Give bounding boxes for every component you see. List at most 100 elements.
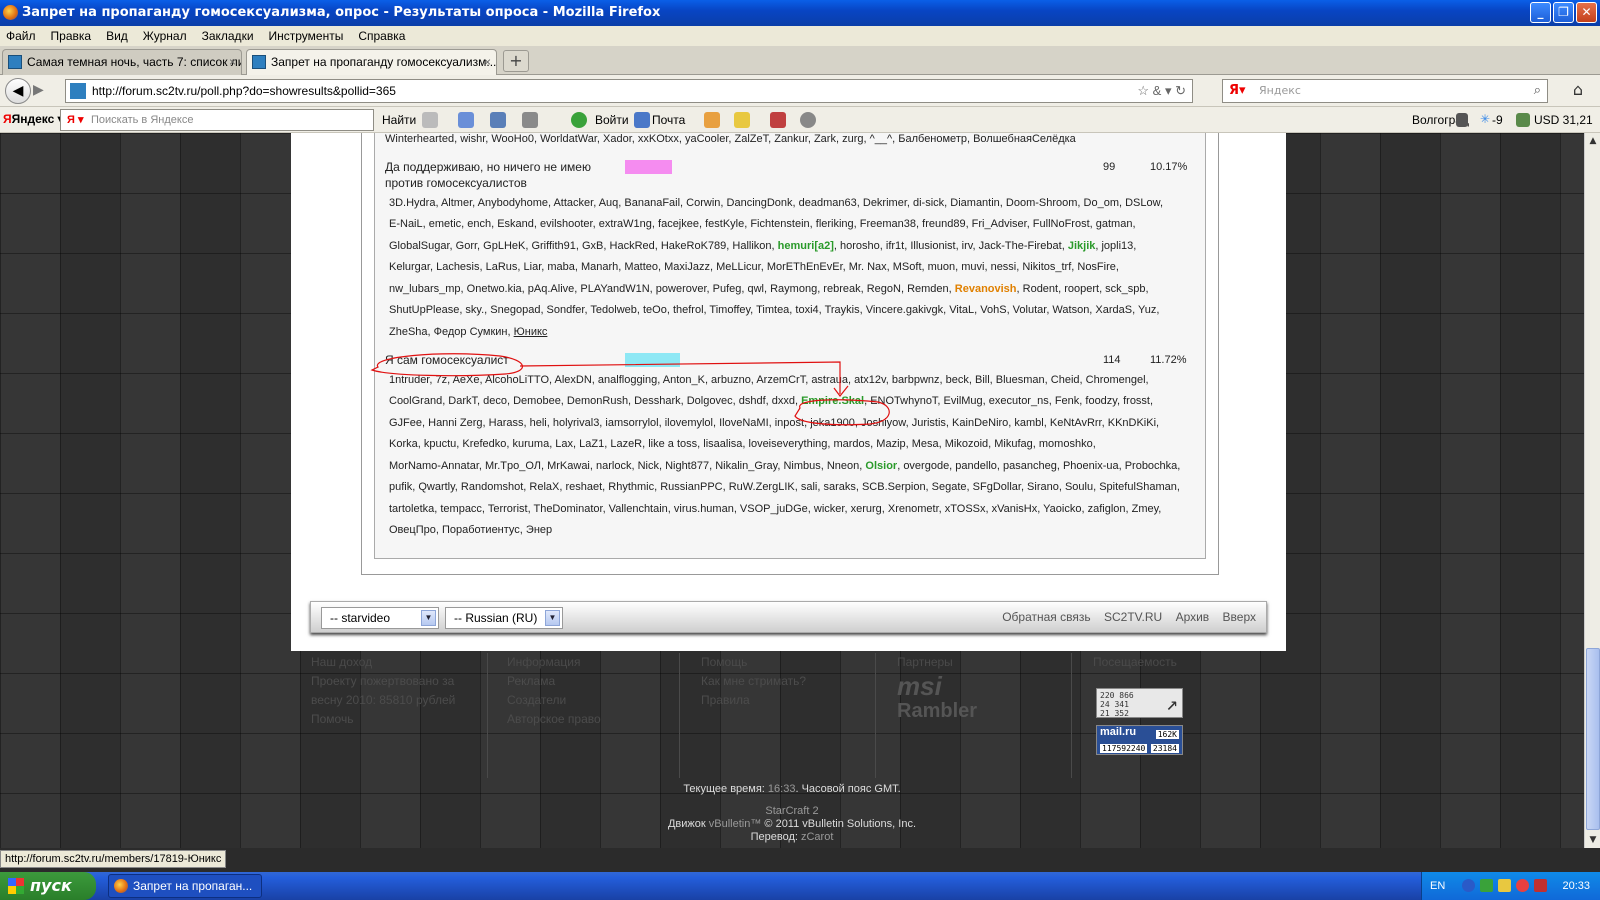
tab-close-icon[interactable]: × [229, 50, 236, 74]
search-icon[interactable]: ⌕ [1534, 80, 1541, 102]
apps-icon[interactable] [770, 112, 786, 128]
reload-icon[interactable]: ↻ [1175, 83, 1186, 98]
yandex-brand[interactable]: ЯЯндекс ▾ [3, 112, 64, 126]
menu-view[interactable]: Вид [106, 29, 128, 43]
yandex-search-icon[interactable]: Я▾ [1229, 80, 1246, 102]
new-tab-button[interactable]: + [503, 50, 529, 72]
menu-tools[interactable]: Инструменты [269, 29, 344, 43]
voter-line: 1ntruder, 7z, AeXe, AlcohoLiTTO, AlexDN,… [389, 374, 1149, 386]
login-button[interactable]: Войти [595, 113, 629, 127]
chevron-down-icon[interactable]: ▼ [545, 610, 560, 626]
menu-history[interactable]: Журнал [143, 29, 187, 43]
window-title: Запрет на пропаганду гомосексуализма, оп… [22, 5, 661, 20]
window-titlebar[interactable]: Запрет на пропаганду гомосексуализма, оп… [0, 0, 1600, 26]
system-tray: EN 20:33 [1421, 872, 1600, 900]
scroll-thumb[interactable] [1586, 648, 1600, 830]
spellcheck-icon[interactable] [458, 112, 474, 128]
icq-icon[interactable] [1480, 879, 1493, 892]
donate-link[interactable]: Помочь [311, 710, 487, 729]
menu-bookmarks[interactable]: Закладки [202, 29, 254, 43]
clock[interactable]: 20:33 [1562, 872, 1590, 900]
site-identity-icon[interactable] [70, 83, 86, 99]
language-select[interactable]: -- Russian (RU) ▼ [445, 607, 563, 629]
start-button[interactable]: пуск [0, 872, 96, 900]
vertical-scrollbar[interactable]: ▲ ▼ [1584, 133, 1600, 848]
maximize-button[interactable]: ❐ [1553, 2, 1574, 23]
home-icon[interactable]: ⌂ [1564, 79, 1592, 103]
usd-rate[interactable]: USD 31,21 [1534, 113, 1593, 127]
rambler-logo[interactable]: Rambler [897, 700, 1071, 722]
copyright-link[interactable]: Авторское право [507, 710, 679, 729]
network-icon[interactable] [1498, 879, 1511, 892]
translate-icon[interactable] [490, 112, 506, 128]
menu-help[interactable]: Справка [358, 29, 405, 43]
traffic-icon[interactable] [1456, 113, 1468, 127]
mail-button[interactable]: Почта [652, 113, 685, 127]
translator-link[interactable]: zCarot [801, 831, 833, 843]
voter-link[interactable]: hemuri[a2] [778, 240, 834, 252]
home-link[interactable]: SC2TV.RU [1104, 610, 1162, 624]
menu-file[interactable]: Файл [6, 29, 36, 43]
voter-link[interactable]: Olsior [865, 460, 897, 472]
voter-link[interactable]: Empire.Skal [801, 395, 864, 407]
bookmark-star-icon[interactable]: ☆ [1137, 83, 1149, 98]
voter-line: pufik, Qwartly, Randomshot, RelaX, resha… [389, 481, 1180, 493]
search-bar[interactable]: Я▾ Яндекс ⌕ [1222, 79, 1548, 103]
antivirus-icon[interactable] [1516, 879, 1529, 892]
voter-link[interactable]: Юникс [514, 326, 548, 338]
mailru-logo: mail.ru [1100, 726, 1137, 738]
howto-stream-link[interactable]: Как мне стримать? [701, 672, 875, 691]
tab-1[interactable]: Самая темная ночь, часть 7: список ли...… [2, 49, 242, 75]
find-button[interactable]: Найти [382, 113, 416, 127]
creators-link[interactable]: Создатели [507, 691, 679, 710]
close-window-button[interactable]: ✕ [1576, 2, 1597, 23]
windows-logo-icon [8, 878, 24, 894]
forward-button[interactable]: ▶ [33, 82, 44, 98]
poll-vote-count: 114 [1103, 354, 1121, 366]
minimize-button[interactable]: _ [1530, 2, 1551, 23]
vbulletin-link[interactable]: vBulletin™ [709, 818, 762, 830]
poll-option-line2: против гомосексуалистов [385, 176, 527, 190]
language-indicator[interactable]: EN [1430, 872, 1445, 900]
tab-2[interactable]: Запрет на пропаганду гомосексуализм... × [246, 49, 497, 75]
voter-line: E-NaiL, emetic, ench, Eskand, evilshoote… [389, 218, 1136, 230]
voter-link[interactable]: Revanovish [955, 283, 1017, 295]
back-button[interactable]: ◀ [5, 78, 31, 104]
voter-link[interactable]: Jikjik [1068, 240, 1096, 252]
tab-label: Запрет на пропаганду гомосексуализм... [271, 55, 497, 69]
gear-icon[interactable] [800, 112, 816, 128]
tool-icon[interactable] [522, 112, 538, 128]
top-link[interactable]: Вверх [1223, 610, 1256, 624]
rules-link[interactable]: Правила [701, 691, 875, 710]
ampersand-icon[interactable]: & [1153, 83, 1162, 98]
poll-vote-percent: 11.72% [1150, 354, 1187, 366]
menu-edit[interactable]: Правка [51, 29, 92, 43]
firefox-icon [3, 5, 18, 20]
favorites-star-icon[interactable] [734, 112, 750, 128]
mailru-counter[interactable]: mail.ru 162K 117592240 23184 [1096, 725, 1183, 755]
voter-line: MorNamo-Annatar, Mr.Tpo_ОЛ, MrKawai, nar… [389, 460, 1181, 472]
style-select[interactable]: -- starvideo ▼ [321, 607, 439, 629]
taskbar-firefox-window[interactable]: Запрет на пропаган... [108, 874, 262, 898]
archive-link[interactable]: Архив [1176, 610, 1210, 624]
chevron-down-icon[interactable]: ▼ [421, 610, 436, 626]
contact-link[interactable]: Обратная связь [1002, 610, 1090, 624]
yandex-search-input[interactable]: Я ▾ Поискать в Яндексе [60, 109, 374, 131]
scroll-up-icon[interactable]: ▲ [1585, 133, 1600, 149]
url-text: http://forum.sc2tv.ru/poll.php?do=showre… [92, 84, 396, 98]
temperature[interactable]: -9 [1492, 113, 1503, 127]
url-bar[interactable]: http://forum.sc2tv.ru/poll.php?do=showre… [65, 79, 1193, 103]
poll-vote-percent: 10.17% [1150, 161, 1188, 173]
translation-line: Перевод: zCarot [750, 831, 834, 843]
bookmarks-icon[interactable] [704, 112, 720, 128]
site-icon [252, 55, 266, 69]
liveinternet-counter[interactable]: 220 866 24 341 21 352 ↗ [1096, 688, 1183, 718]
scroll-down-icon[interactable]: ▼ [1585, 832, 1600, 848]
msi-logo[interactable]: msi [897, 672, 1071, 700]
tool-icon[interactable] [422, 112, 438, 128]
security-shield-icon[interactable] [1534, 879, 1547, 892]
tab-close-icon[interactable]: × [484, 50, 491, 74]
ads-link[interactable]: Реклама [507, 672, 679, 691]
status-bar: http://forum.sc2tv.ru/members/17819-Юник… [0, 848, 1600, 872]
back-arrow-icon[interactable] [1462, 879, 1475, 892]
